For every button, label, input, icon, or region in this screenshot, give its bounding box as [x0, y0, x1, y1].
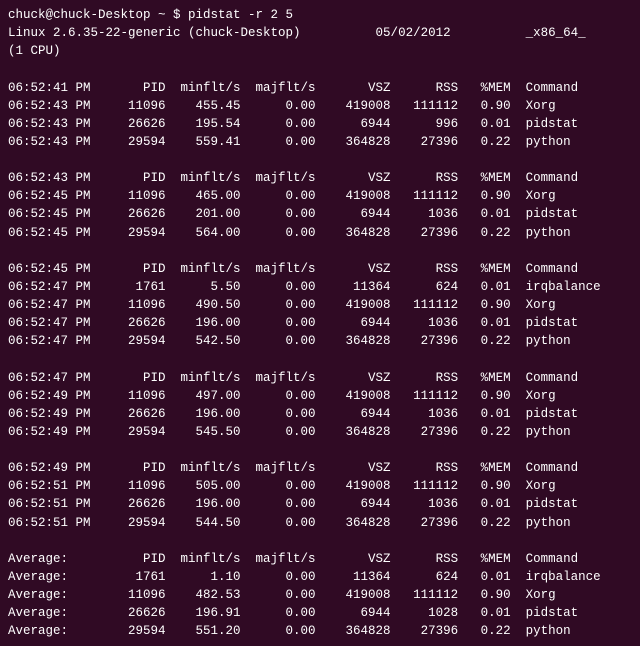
terminal-output: chuck@chuck-Desktop ~ $ pidstat -r 2 5 L… [8, 6, 632, 640]
